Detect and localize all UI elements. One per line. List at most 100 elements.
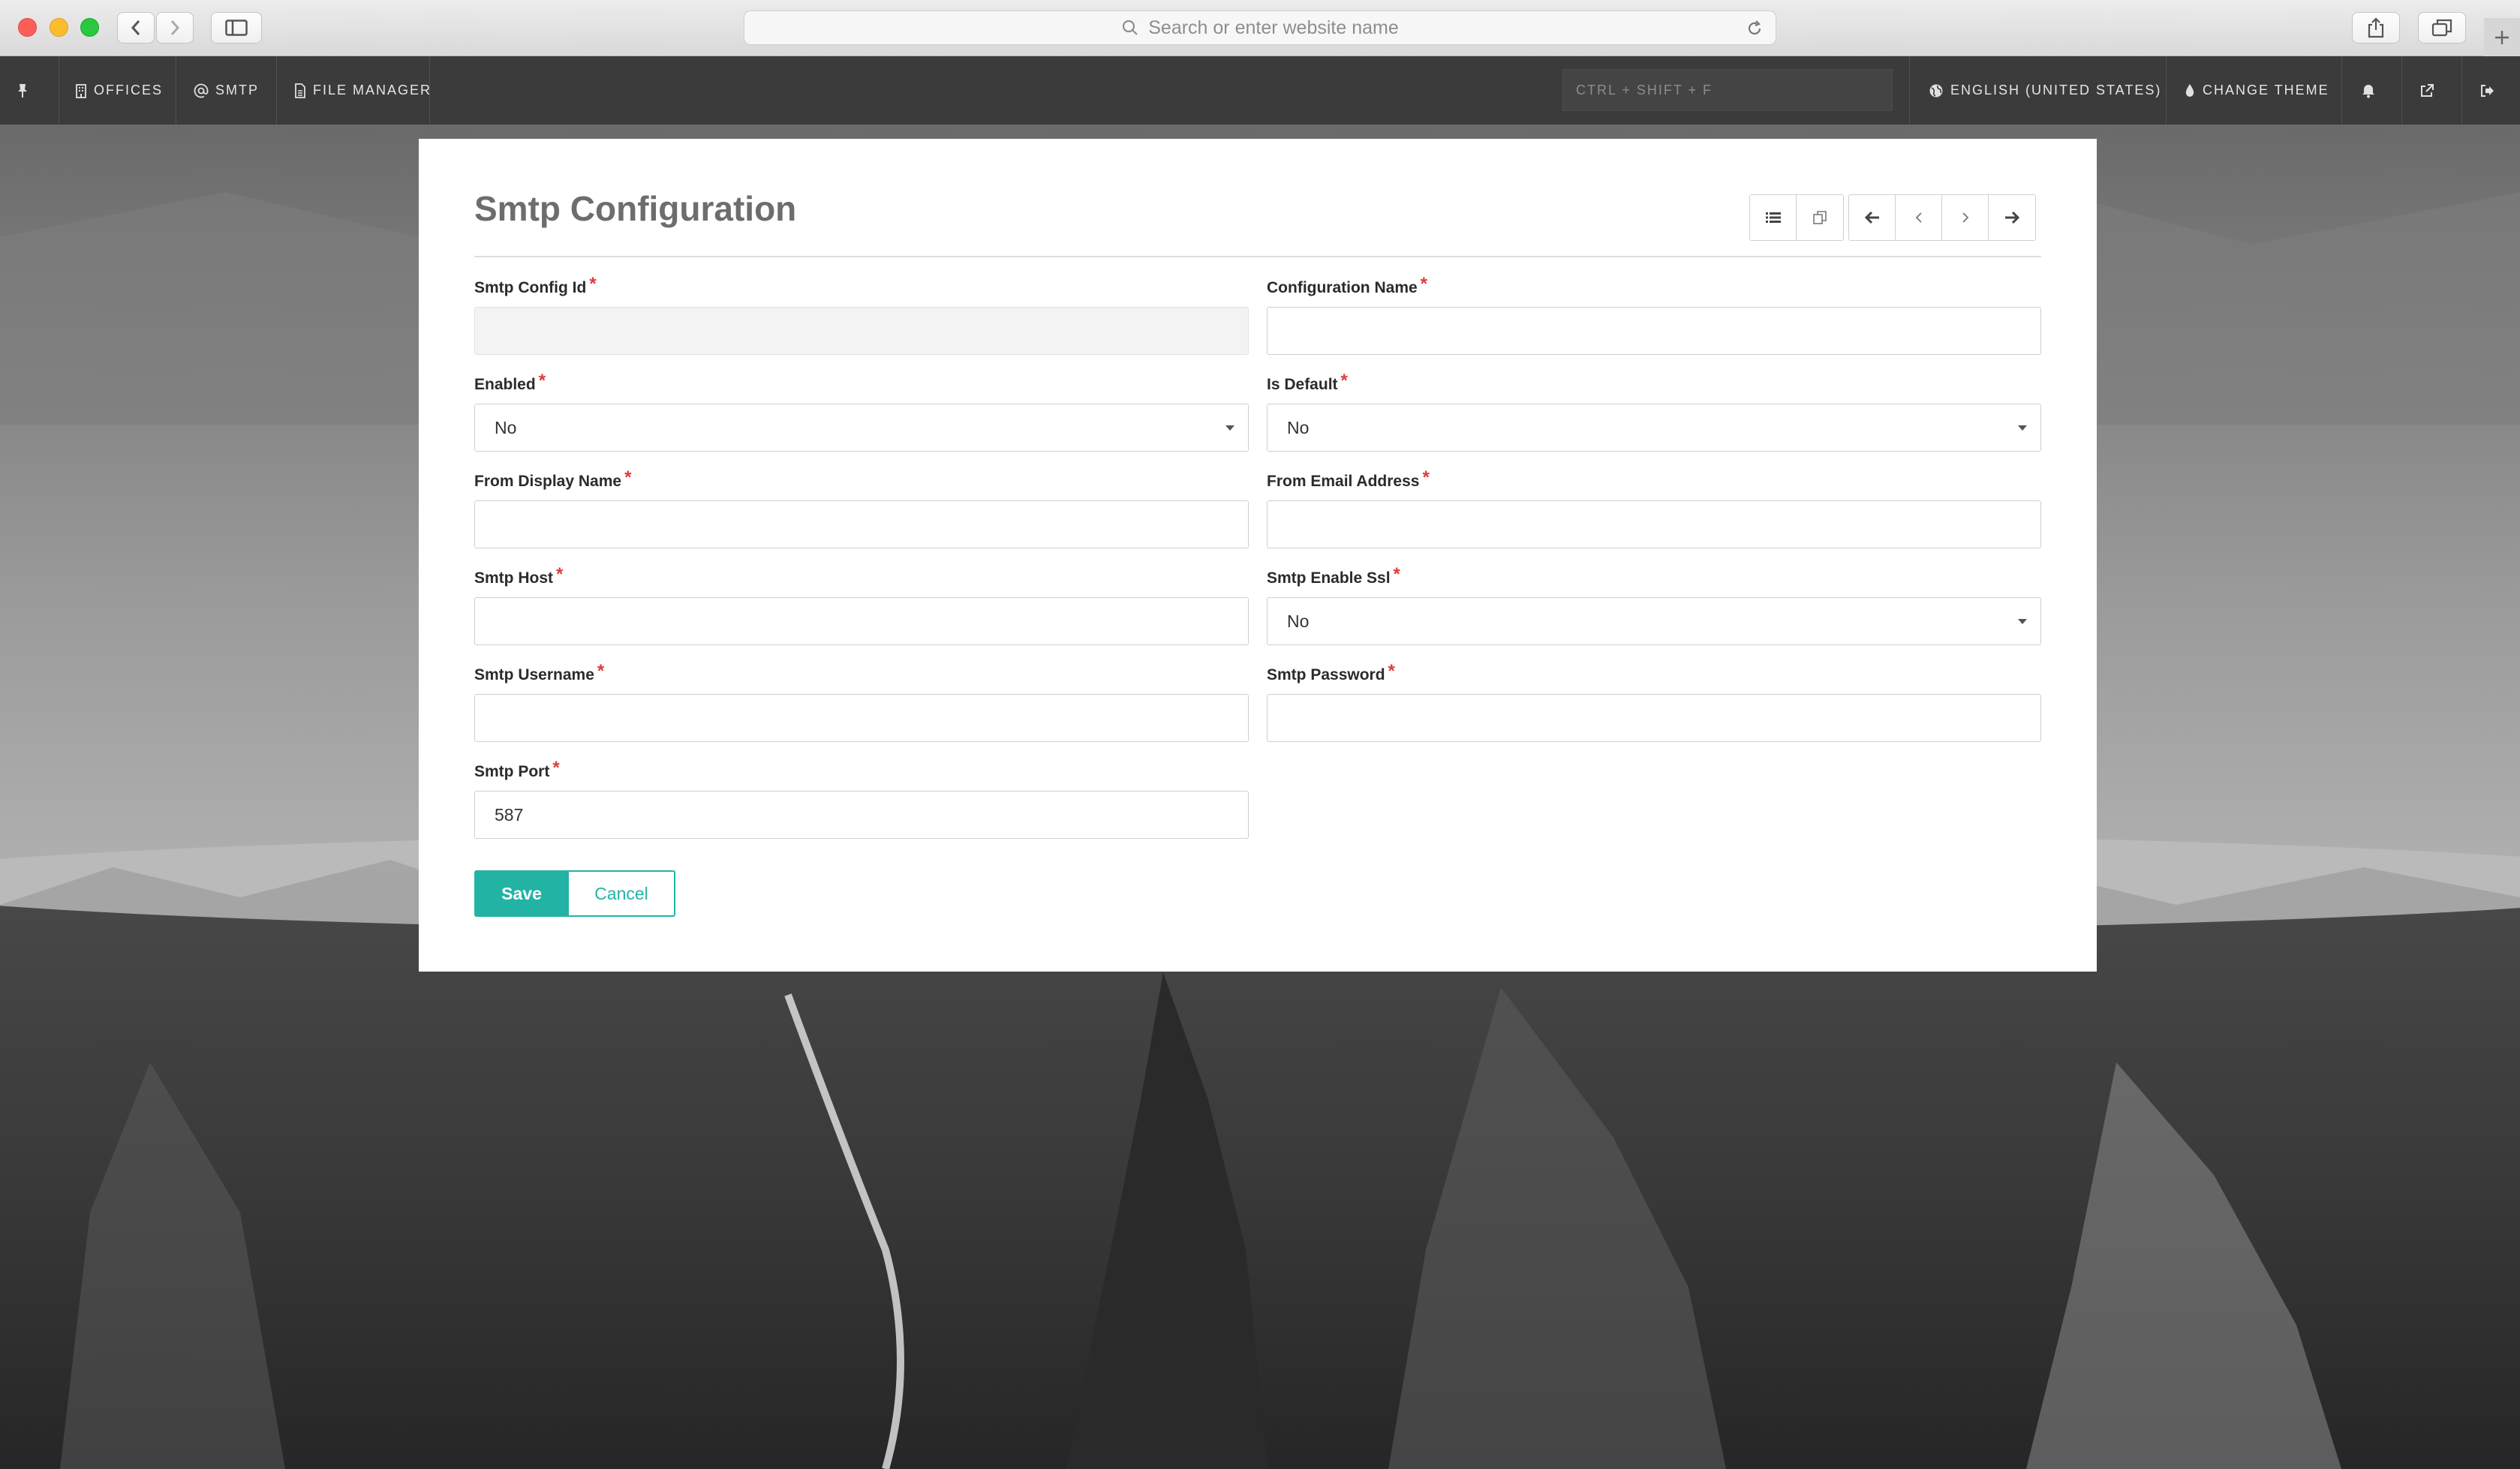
language-label: ENGLISH (UNITED STATES) — [1950, 83, 2162, 98]
smtp-configuration-card: Smtp Configuration Smtp Config Id * Conf… — [419, 139, 2097, 972]
required-mark: * — [597, 661, 605, 681]
tabs-icon — [2431, 19, 2452, 37]
address-placeholder: Search or enter website name — [1148, 17, 1399, 38]
next-record-button[interactable] — [1942, 195, 1989, 240]
required-mark: * — [556, 564, 564, 584]
smtp-enable-ssl-select[interactable]: No — [1267, 597, 2041, 645]
at-icon — [194, 83, 209, 98]
new-tab-button[interactable] — [2484, 18, 2520, 56]
enabled-select[interactable]: No — [474, 404, 1249, 452]
sign-out-button[interactable] — [2479, 56, 2501, 125]
enabled-value: No — [495, 417, 517, 437]
required-mark: * — [624, 467, 632, 488]
smtp-username-label: Smtp Username — [474, 666, 594, 683]
notifications-button[interactable] — [2361, 56, 2383, 125]
smtp-enable-ssl-label: Smtp Enable Ssl — [1267, 569, 1391, 587]
browser-toolbar: Search or enter website name — [0, 0, 2520, 56]
search-shortcut-input[interactable]: CTRL + SHIFT + F — [1562, 69, 1893, 111]
duplicate-button[interactable] — [1797, 195, 1843, 240]
address-bar[interactable]: Search or enter website name — [744, 11, 1776, 45]
nav-item-offices[interactable]: OFFICES — [75, 56, 163, 125]
arrow-right-icon — [2005, 211, 2019, 224]
required-mark: * — [1393, 564, 1400, 584]
sign-out-icon — [2481, 84, 2494, 97]
share-button[interactable] — [2352, 12, 2400, 44]
window-zoom-button[interactable] — [80, 18, 99, 37]
nav-item-smtp[interactable]: SMTP — [194, 56, 259, 125]
pin-button[interactable] — [17, 56, 35, 125]
configuration-name-input[interactable] — [1267, 307, 2041, 355]
smtp-port-input[interactable]: 587 — [474, 791, 1249, 839]
save-button[interactable]: Save — [474, 870, 569, 917]
record-toolbar — [1749, 194, 2036, 241]
field-smtp-password: Smtp Password * — [1267, 661, 2041, 742]
required-mark: * — [1388, 661, 1395, 681]
from-display-name-input[interactable] — [474, 500, 1249, 548]
smtp-host-label: Smtp Host — [474, 569, 553, 587]
share-icon — [2368, 17, 2384, 38]
chevron-right-icon — [1962, 212, 1968, 223]
globe-icon — [1929, 84, 1943, 97]
required-mark: * — [1422, 467, 1430, 488]
field-smtp-host: Smtp Host * — [474, 564, 1249, 645]
search-icon — [1123, 20, 1138, 35]
window-close-button[interactable] — [18, 18, 37, 37]
list-icon — [1765, 212, 1781, 223]
first-record-button[interactable] — [1849, 195, 1896, 240]
bell-icon — [2362, 84, 2374, 98]
change-theme-button[interactable]: CHANGE THEME — [2184, 56, 2329, 125]
required-mark: * — [552, 758, 560, 778]
language-selector[interactable]: ENGLISH (UNITED STATES) — [1929, 56, 2161, 125]
field-is-default: Is Default * No — [1267, 372, 2041, 452]
smtp-username-input[interactable] — [474, 694, 1249, 742]
plus-icon — [2495, 30, 2509, 44]
required-mark: * — [1420, 274, 1428, 294]
smtp-host-input[interactable] — [474, 597, 1249, 645]
field-smtp-enable-ssl: Smtp Enable Ssl * No — [1267, 564, 2041, 645]
droplet-icon — [2185, 83, 2194, 97]
field-smtp-port: Smtp Port * 587 — [474, 758, 1249, 839]
previous-record-button[interactable] — [1896, 195, 1942, 240]
nav-item-file-manager[interactable]: FILE MANAGER — [294, 56, 432, 125]
field-configuration-name: Configuration Name * — [1267, 274, 2041, 355]
browser-forward-button[interactable] — [156, 12, 194, 44]
app-navbar: OFFICES SMTP FILE MANAGER CTRL + SHIFT +… — [0, 56, 2520, 125]
copy-icon — [1813, 211, 1827, 224]
external-link-icon — [2421, 83, 2434, 97]
from-display-name-label: From Display Name — [474, 473, 622, 490]
last-record-button[interactable] — [1989, 195, 2035, 240]
smtp-config-id-input — [474, 307, 1249, 355]
smtp-port-label: Smtp Port — [474, 763, 550, 780]
chevron-left-icon — [131, 20, 140, 35]
smtp-enable-ssl-value: No — [1287, 611, 1310, 631]
title-divider — [474, 256, 2041, 257]
field-from-email-address: From Email Address * — [1267, 467, 2041, 548]
chevron-right-icon — [170, 20, 180, 35]
enabled-label: Enabled — [474, 376, 536, 393]
required-mark: * — [589, 274, 597, 294]
cancel-button[interactable]: Cancel — [567, 870, 675, 917]
page-title: Smtp Configuration — [474, 189, 797, 228]
building-icon — [76, 83, 86, 98]
open-external-button[interactable] — [2419, 56, 2441, 125]
field-smtp-username: Smtp Username * — [474, 661, 1249, 742]
field-from-display-name: From Display Name * — [474, 467, 1249, 548]
nav-label-smtp: SMTP — [215, 83, 260, 98]
chevron-left-icon — [1915, 212, 1922, 223]
reload-icon[interactable] — [1746, 20, 1764, 38]
sidebar-icon — [225, 20, 248, 36]
is-default-label: Is Default — [1267, 376, 1338, 393]
smtp-password-input[interactable] — [1267, 694, 2041, 742]
is-default-select[interactable]: No — [1267, 404, 2041, 452]
tabs-overview-button[interactable] — [2418, 12, 2466, 44]
file-icon — [295, 83, 305, 98]
browser-back-button[interactable] — [117, 12, 155, 44]
from-email-address-input[interactable] — [1267, 500, 2041, 548]
sidebar-toggle-button[interactable] — [211, 12, 262, 44]
list-view-button[interactable] — [1750, 195, 1797, 240]
is-default-value: No — [1287, 417, 1310, 437]
nav-label-offices: OFFICES — [94, 83, 164, 98]
arrow-left-icon — [1864, 211, 1879, 224]
window-minimize-button[interactable] — [50, 18, 68, 37]
nav-label-file-manager: FILE MANAGER — [313, 83, 432, 98]
